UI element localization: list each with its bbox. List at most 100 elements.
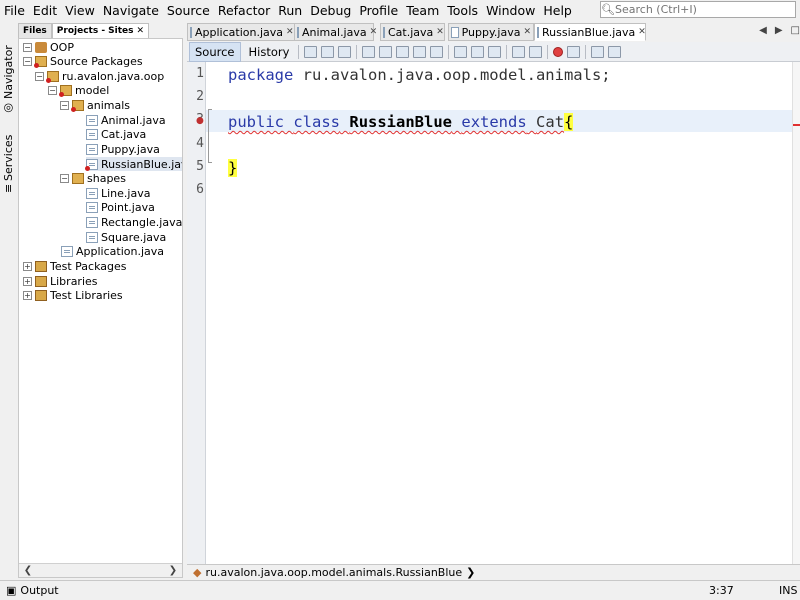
menu-source[interactable]: Source: [163, 3, 214, 18]
collapse-icon[interactable]: −: [60, 173, 69, 183]
menu-refactor[interactable]: Refactor: [214, 3, 274, 18]
tree-label: Cat.java: [101, 127, 147, 141]
close-icon[interactable]: ✕: [137, 26, 145, 36]
tree-file-application[interactable]: Application.java: [61, 244, 164, 258]
scroll-right-icon[interactable]: ▶: [775, 25, 783, 36]
line-number: 2: [196, 89, 204, 104]
tab-application-java[interactable]: Application.java ✕: [187, 23, 296, 41]
menu-debug[interactable]: Debug: [306, 3, 355, 18]
menu-window[interactable]: Window: [482, 3, 539, 18]
close-icon[interactable]: ✕: [370, 27, 378, 37]
menu-team[interactable]: Team: [402, 3, 443, 18]
code-line-3: public class RussianBlue extends Cat{: [228, 112, 574, 132]
tree-horizontal-scrollbar[interactable]: ❮ ❯: [19, 563, 182, 577]
tree-node-project[interactable]: − OOP: [23, 40, 74, 54]
tab-puppy-java[interactable]: Puppy.java ✕: [448, 23, 534, 41]
chevron-right-icon[interactable]: ❯: [466, 566, 475, 579]
back-icon[interactable]: [321, 45, 335, 58]
java-file-icon: [86, 128, 98, 140]
search-box[interactable]: 🔍︎: [600, 1, 796, 18]
menu-view[interactable]: View: [61, 3, 99, 18]
navigator-tab[interactable]: ◎ Navigator: [1, 40, 16, 120]
tree-file-russianblue[interactable]: RussianBlue.java: [85, 157, 182, 171]
line-number: 4: [196, 136, 204, 151]
expand-icon[interactable]: +: [23, 261, 32, 271]
tab-navigation: ◀ ▶ □: [759, 25, 800, 36]
tab-projects[interactable]: Projects - Sites ✕: [51, 23, 150, 38]
package-name: ru.avalon.java.oop.model.animals;: [293, 66, 611, 84]
tree-file-square[interactable]: Square.java: [86, 230, 166, 244]
toggle-highlight-icon[interactable]: [413, 45, 427, 58]
tab-files[interactable]: Files: [18, 23, 52, 38]
collapse-icon[interactable]: −: [35, 71, 44, 81]
expand-icon[interactable]: +: [23, 290, 32, 300]
tree-node-shapes[interactable]: − shapes: [60, 171, 126, 185]
forward-icon[interactable]: [338, 45, 352, 58]
close-icon[interactable]: ✕: [436, 27, 444, 37]
collapse-icon[interactable]: −: [23, 56, 32, 66]
tree-node-test-libraries[interactable]: + Test Libraries: [23, 288, 123, 302]
tree-file-point[interactable]: Point.java: [86, 200, 155, 214]
shift-right-icon[interactable]: [529, 45, 543, 58]
tab-animal-java[interactable]: Animal.java ✕: [294, 23, 377, 41]
find-next-icon[interactable]: [396, 45, 410, 58]
window-restore-icon[interactable]: □: [791, 25, 800, 36]
toggle-bookmark-icon[interactable]: [488, 45, 502, 58]
menu-edit[interactable]: Edit: [29, 3, 61, 18]
next-bookmark-icon[interactable]: [471, 45, 485, 58]
collapse-icon[interactable]: −: [48, 85, 57, 95]
collapse-icon[interactable]: −: [23, 42, 32, 52]
expand-icon[interactable]: +: [23, 276, 32, 286]
output-tab[interactable]: Output: [20, 584, 58, 597]
java-file-icon: [297, 26, 299, 38]
collapse-icon[interactable]: −: [60, 100, 69, 110]
open-brace: {: [564, 113, 574, 131]
error-mark[interactable]: [793, 124, 800, 126]
tree-file-line[interactable]: Line.java: [86, 186, 150, 200]
previous-bookmark-icon[interactable]: [454, 45, 468, 58]
java-file-icon: [451, 26, 459, 38]
tree-node-animals[interactable]: − animals: [60, 98, 130, 112]
uncomment-icon[interactable]: [608, 45, 622, 58]
menu-file[interactable]: File: [0, 3, 29, 18]
tree-file-puppy[interactable]: Puppy.java: [86, 142, 160, 156]
last-edit-icon[interactable]: [304, 45, 318, 58]
menu-tools[interactable]: Tools: [443, 3, 482, 18]
menu-navigate[interactable]: Navigate: [99, 3, 163, 18]
tree-file-animal[interactable]: Animal.java: [86, 113, 166, 127]
history-view-button[interactable]: History: [243, 42, 296, 62]
tree-node-model[interactable]: − model: [48, 83, 109, 97]
stop-macro-icon[interactable]: [567, 45, 581, 58]
error-hint-icon[interactable]: ●: [196, 116, 204, 126]
close-icon[interactable]: ✕: [638, 27, 646, 37]
tree-node-source-packages[interactable]: − Source Packages: [23, 54, 143, 68]
menu-help[interactable]: Help: [539, 3, 576, 18]
comment-icon[interactable]: [591, 45, 605, 58]
tab-cat-java[interactable]: Cat.java ✕: [380, 23, 445, 41]
tab-russianblue-java[interactable]: RussianBlue.java ✕: [534, 23, 646, 41]
close-icon[interactable]: ✕: [286, 27, 294, 37]
toggle-rect-select-icon[interactable]: [430, 45, 444, 58]
find-previous-icon[interactable]: [379, 45, 393, 58]
menu-run[interactable]: Run: [274, 3, 306, 18]
shift-left-icon[interactable]: [512, 45, 526, 58]
search-input[interactable]: [615, 3, 790, 16]
services-tab[interactable]: ≡ Services: [1, 126, 16, 202]
scroll-left-icon[interactable]: ◀: [759, 25, 767, 36]
scroll-left-icon[interactable]: ❮: [21, 564, 35, 577]
tree-file-cat[interactable]: Cat.java: [86, 127, 146, 141]
tree-node-libraries[interactable]: + Libraries: [23, 274, 98, 288]
tree-file-rectangle[interactable]: Rectangle.java: [86, 215, 182, 229]
source-view-button[interactable]: Source: [189, 41, 241, 62]
menu-profile[interactable]: Profile: [355, 3, 402, 18]
close-icon[interactable]: ✕: [523, 27, 531, 37]
tree-label: Test Packages: [50, 259, 127, 273]
breadcrumb-path[interactable]: ru.avalon.java.oop.model.animals.Russian…: [205, 566, 462, 579]
tree-node-test-packages[interactable]: + Test Packages: [23, 259, 126, 273]
tree-node-package-root[interactable]: − ru.avalon.java.oop: [35, 69, 164, 83]
tab-label: Cat.java: [388, 25, 434, 39]
start-macro-icon[interactable]: [553, 46, 564, 57]
scroll-right-icon[interactable]: ❯: [166, 564, 180, 577]
find-selection-icon[interactable]: [362, 45, 376, 58]
code-editor[interactable]: package ru.avalon.java.oop.model.animals…: [206, 62, 792, 564]
